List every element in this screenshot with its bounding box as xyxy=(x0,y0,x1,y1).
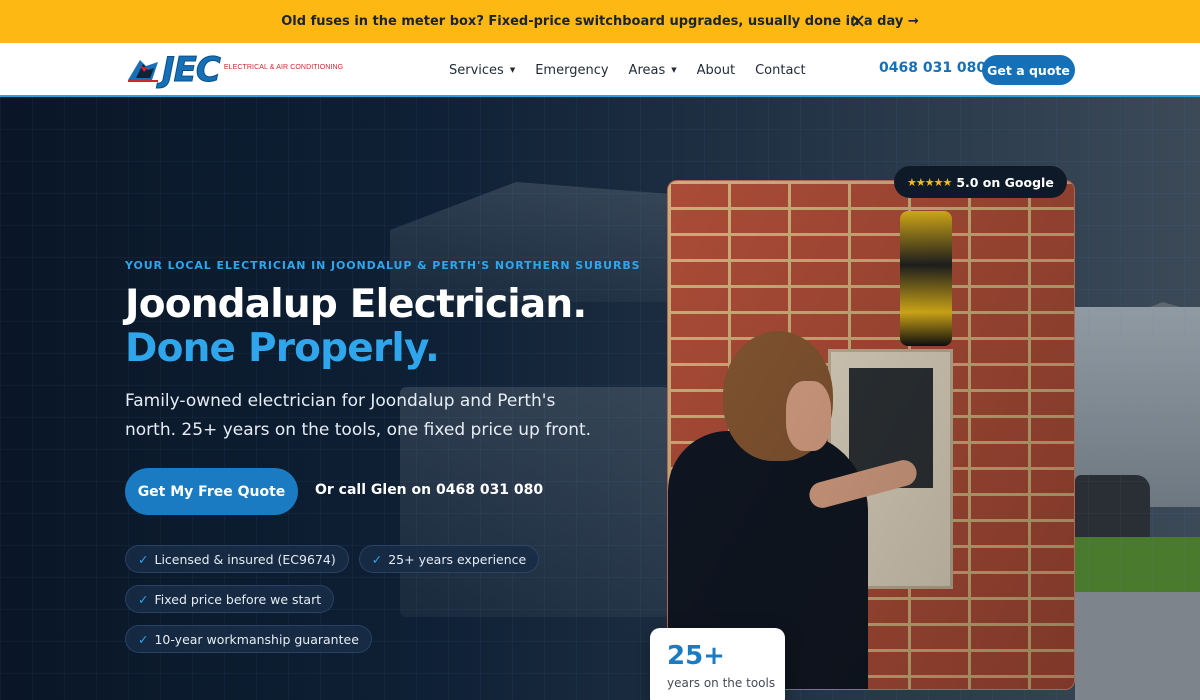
nav-label: Services xyxy=(449,62,504,78)
lightning-bolt-icon xyxy=(128,60,158,82)
nav-label: Contact xyxy=(755,62,806,78)
site-header: JEC ELECTRICAL & AIR CONDITIONING Servic… xyxy=(0,43,1200,97)
badge-licensed: ✓ Licensed & insured (EC9674) xyxy=(125,545,349,573)
nav-areas[interactable]: Areas ▼ xyxy=(629,63,677,78)
caret-down-icon: ▼ xyxy=(671,66,677,74)
hero-heading: Joondalup Electrician. Done Properly. xyxy=(125,282,587,371)
hero-lead: Family-owned electrician for Joondalup a… xyxy=(125,391,592,440)
hero-heading-line1: Joondalup Electrician. xyxy=(125,282,587,327)
nav-services[interactable]: Services ▼ xyxy=(449,63,515,78)
nav-emergency[interactable]: Emergency xyxy=(535,63,608,78)
announcement-bar: Old fuses in the meter box? Fixed-price … xyxy=(0,0,1200,43)
check-icon: ✓ xyxy=(138,631,149,647)
nav-label: About xyxy=(696,62,736,78)
check-icon: ✓ xyxy=(138,591,149,607)
badge-label: 10-year workmanship guarantee xyxy=(154,631,359,647)
badge-experience: ✓ 25+ years experience xyxy=(358,545,540,573)
main-nav: Services ▼ Emergency Areas ▼ About Conta… xyxy=(449,43,826,97)
logo[interactable]: JEC ELECTRICAL & AIR CONDITIONING xyxy=(126,50,344,90)
badge-guarantee: ✓ 10-year workmanship guarantee xyxy=(125,625,372,653)
stat-label: years on the tools xyxy=(667,676,776,690)
badge-fixed-price: ✓ Fixed price before we start xyxy=(125,585,335,613)
hero-eyebrow: YOUR LOCAL ELECTRICIAN IN JOONDALUP & PE… xyxy=(125,259,641,272)
nav-about[interactable]: About xyxy=(697,63,735,78)
close-icon[interactable] xyxy=(849,12,867,30)
announcement-link[interactable]: Old fuses in the meter box? Fixed-price … xyxy=(281,14,918,29)
photo-shade xyxy=(668,181,1074,689)
badge-label: 25+ years experience xyxy=(388,551,527,567)
nav-label: Emergency xyxy=(535,62,609,78)
logo-tagline: ELECTRICAL & AIR CONDITIONING xyxy=(223,63,344,71)
check-icon: ✓ xyxy=(138,551,149,567)
hero-photo xyxy=(667,180,1075,690)
badge-label: Fixed price before we start xyxy=(154,591,322,607)
caret-down-icon: ▼ xyxy=(509,66,516,74)
google-rating-badge: ★★★★★ 5.0 on Google xyxy=(894,166,1067,198)
star-icon: ★★★★★ xyxy=(907,175,952,189)
stat-value: 25+ xyxy=(667,641,725,671)
trust-badges: ✓ Licensed & insured (EC9674) ✓ 25+ year… xyxy=(125,545,565,653)
badge-label: Licensed & insured (EC9674) xyxy=(154,551,336,567)
hero-heading-line2: Done Properly. xyxy=(125,326,440,371)
free-quote-button[interactable]: Get My Free Quote xyxy=(125,468,298,515)
hero-section: YOUR LOCAL ELECTRICIAN IN JOONDALUP & PE… xyxy=(0,97,1200,700)
nav-contact[interactable]: Contact xyxy=(755,63,806,78)
header-phone-link[interactable]: 0468 031 080 xyxy=(879,60,986,76)
get-quote-button[interactable]: Get a quote xyxy=(982,55,1075,85)
call-glen-link[interactable]: Or call Glen on 0468 031 080 xyxy=(315,482,543,498)
nav-label: Areas xyxy=(628,62,666,78)
rating-label: 5.0 on Google xyxy=(956,174,1054,190)
experience-stat-card: 25+ years on the tools xyxy=(650,628,785,700)
check-icon: ✓ xyxy=(371,551,383,567)
logo-wordmark: JEC xyxy=(162,50,222,90)
